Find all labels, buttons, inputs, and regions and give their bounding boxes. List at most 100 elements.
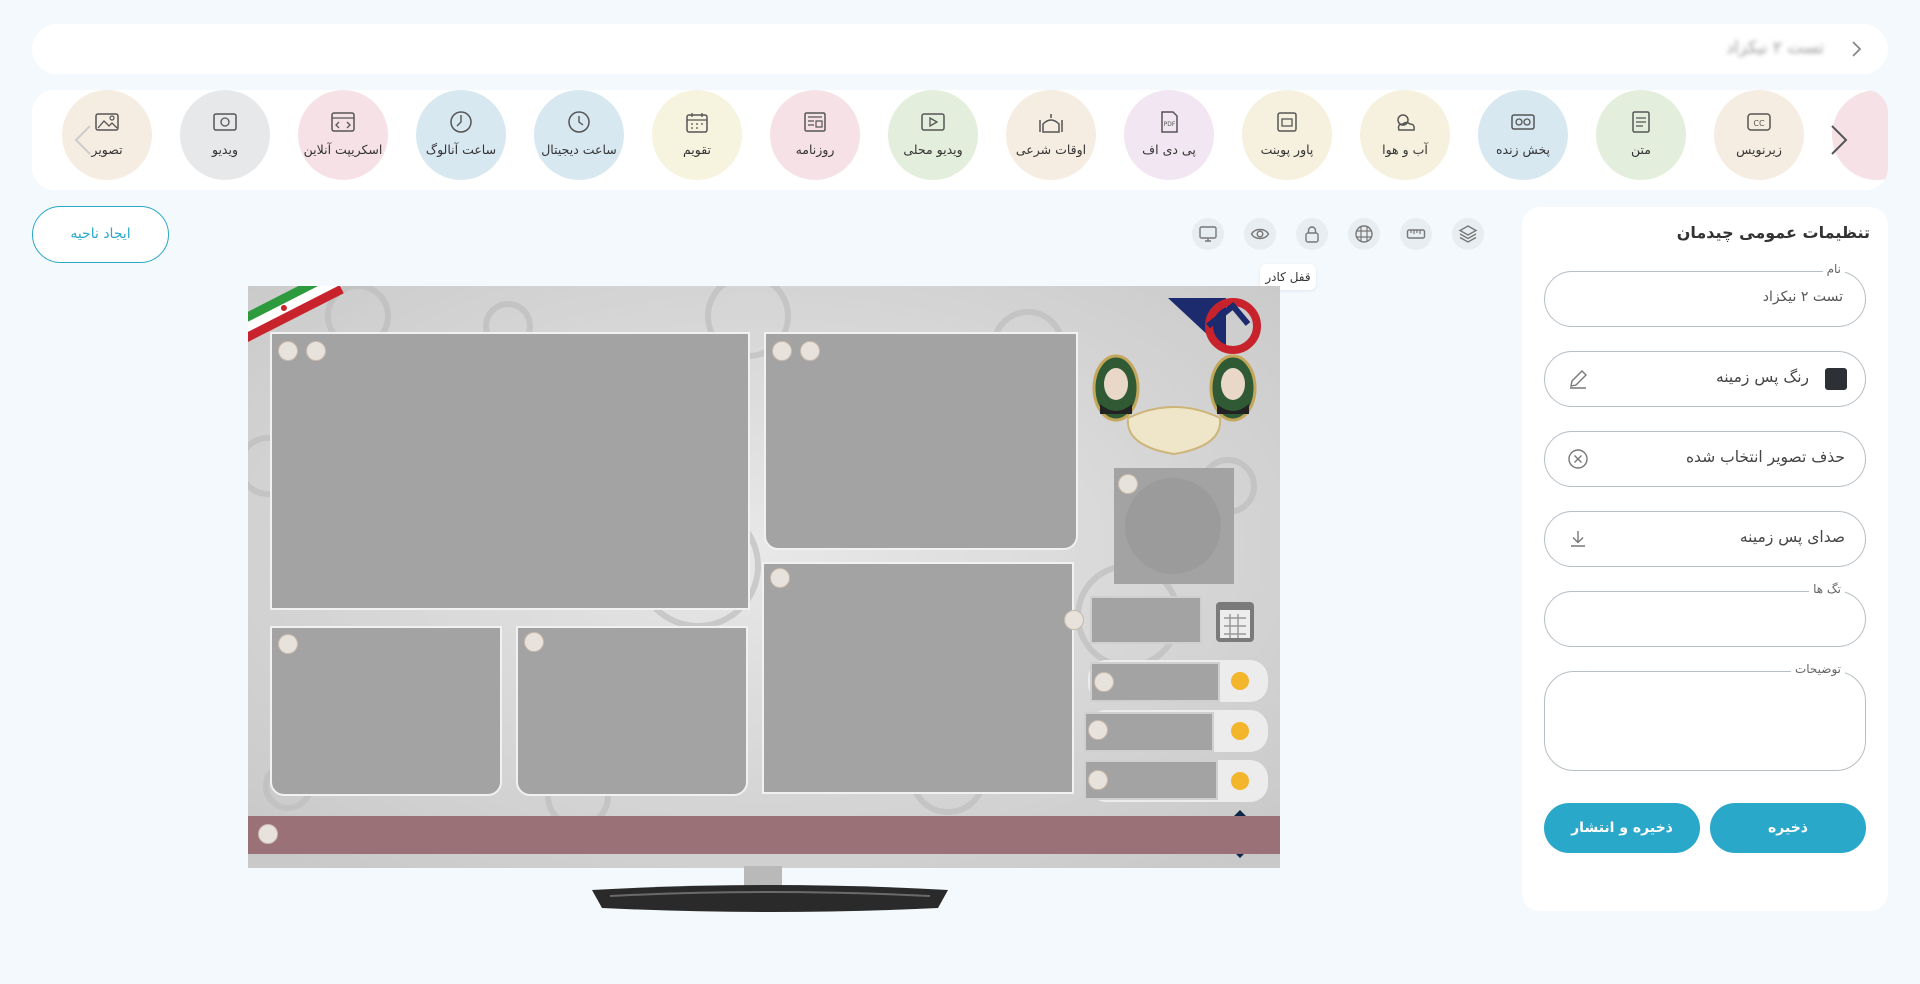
widget-local-video[interactable]: ویدیو محلی [888,90,978,180]
monitor-tool-button[interactable] [1192,218,1224,250]
widget-label: اوقات شرعی [1015,142,1087,157]
save-button[interactable]: ذخیره [1710,803,1866,853]
monitor-icon [1199,226,1217,242]
description-field[interactable]: توضیحات [1544,662,1866,771]
newspaper-zone[interactable] [270,626,502,796]
close-circle-icon[interactable] [1567,448,1589,470]
widget-label: ساعت دیجیتال [541,142,617,157]
newspaper-icon [801,110,829,134]
zone-image-icon [306,341,326,361]
widget-label: زیرنویس [1736,142,1782,157]
create-region-button[interactable]: ایجاد ناحیه [32,206,169,263]
bg-color-field[interactable]: رنگ پس زمینه [1544,351,1866,407]
zone-newspaper-icon [278,634,298,654]
name-field[interactable]: نام تست ۲ نیکزاد [1544,262,1866,327]
widget-video[interactable]: ویدیو [180,90,270,180]
analog-clock-icon [447,110,475,134]
local-video-zone[interactable] [516,626,748,796]
local-video-icon [919,110,947,134]
image-zone[interactable] [270,332,750,610]
widget-label: ویدیو [211,142,238,157]
pdf-icon: PDF [1155,110,1183,134]
chevron-right-icon[interactable] [1844,37,1868,61]
zone-mosque-icon [1088,770,1108,790]
widget-label: متن [1631,142,1651,157]
widget-text-doc[interactable]: متن [1596,90,1686,180]
widget-weather[interactable]: آب و هوا [1360,90,1450,180]
zone-live-icon [800,341,820,361]
widget-label: آب و هوا [1382,142,1428,157]
script-icon [329,110,357,134]
tags-field[interactable]: تگ ها [1544,582,1866,647]
svg-text:PDF: PDF [1164,121,1176,128]
live-stream-icon [1509,110,1537,134]
widget-label: روزنامه [795,142,835,157]
widget-label: ویدیو محلی [903,142,963,157]
widget-live-stream[interactable]: پخش زنده [1478,90,1568,180]
download-icon[interactable] [1567,528,1589,550]
widget-newspaper[interactable]: روزنامه [770,90,860,180]
widget-script[interactable]: اسکریپت آنلاین [298,90,388,180]
digital-clock-icon [565,110,593,134]
description-label: توضیحات [1790,662,1845,676]
bg-sound-field[interactable]: صدای پس زمینه [1544,511,1866,567]
widget-powerpoint[interactable]: پاور پوینت [1242,90,1332,180]
page-title: تست ۲ نیکزاد [1726,38,1824,58]
lock-frame-button[interactable] [1296,218,1328,250]
mosque-icon [1037,110,1065,134]
preview-tool-button[interactable] [1244,218,1276,250]
pencil-icon[interactable] [1567,368,1589,390]
widget-cc[interactable]: CC زیرنویس [1714,90,1804,180]
weather-icon [1391,110,1419,134]
text-doc-icon [1627,110,1655,134]
live-stream-zone[interactable] [764,332,1078,550]
widget-label: تصویر [91,142,123,157]
remove-image-label: حذف تصویر انتخاب شده [1685,448,1845,466]
widget-analog-clock[interactable]: ساعت آنالوگ [416,90,506,180]
eye-icon [1250,228,1270,240]
image-icon [93,110,121,134]
settings-title: تنظیمات عمومی چیدمان [1676,223,1870,242]
zone-mosque-icon [1094,672,1114,692]
calendar-icon [683,110,711,134]
calendar-zone[interactable] [1090,596,1202,644]
monitor-stand [592,866,948,912]
widget-digital-clock[interactable]: ساعت دیجیتال [534,90,624,180]
layers-icon [1458,225,1478,243]
tags-label: تگ ها [1809,582,1845,596]
widget-label: ساعت آنالوگ [425,142,497,157]
layers-tool-button[interactable] [1452,218,1484,250]
ruler-icon [1406,229,1426,239]
widget-strip: CC زیرنویس متن پخش زنده آب و هوا پاور پوینت PD… [32,90,1888,190]
zone-cc-icon [258,824,278,844]
bg-sound-label: صدای پس زمینه [1739,528,1845,546]
zone-weather-icon [278,341,298,361]
video-icon [211,110,239,134]
color-swatch[interactable] [1825,368,1847,390]
zone-video-icon [770,568,790,588]
video-zone[interactable] [762,562,1074,794]
bg-color-label: رنگ پس زمینه [1715,368,1809,386]
calendar-decoration [1216,602,1254,642]
remove-image-field[interactable]: حذف تصویر انتخاب شده [1544,431,1866,487]
ruler-tool-button[interactable] [1400,218,1432,250]
save-publish-button[interactable]: ذخیره و انتشار [1544,803,1700,853]
widget-label: پی دی اف [1142,142,1196,157]
zone-local-video-icon [524,632,544,652]
name-value[interactable]: تست ۲ نیکزاد [1763,289,1843,305]
widget-pdf[interactable]: PDF پی دی اف [1124,90,1214,180]
cc-icon: CC [1745,110,1773,134]
scroll-left-icon[interactable] [70,120,96,160]
svg-text:CC: CC [1753,119,1765,128]
scroll-right-icon[interactable] [1826,120,1852,160]
layout-canvas[interactable] [248,286,1280,868]
layout-settings-panel: تنظیمات عمومی چیدمان نام تست ۲ نیکزاد رن… [1522,207,1888,911]
grid-icon [1355,225,1373,243]
grid-tool-button[interactable] [1348,218,1380,250]
widget-calendar[interactable]: تقویم [652,90,742,180]
ticker-zone[interactable] [248,816,1280,854]
zone-analog-clock-icon [1118,474,1138,494]
widget-mosque[interactable]: اوقات شرعی [1006,90,1096,180]
widget-label: پخش زنده [1495,142,1551,157]
widget-label: پاور پوینت [1260,142,1314,157]
